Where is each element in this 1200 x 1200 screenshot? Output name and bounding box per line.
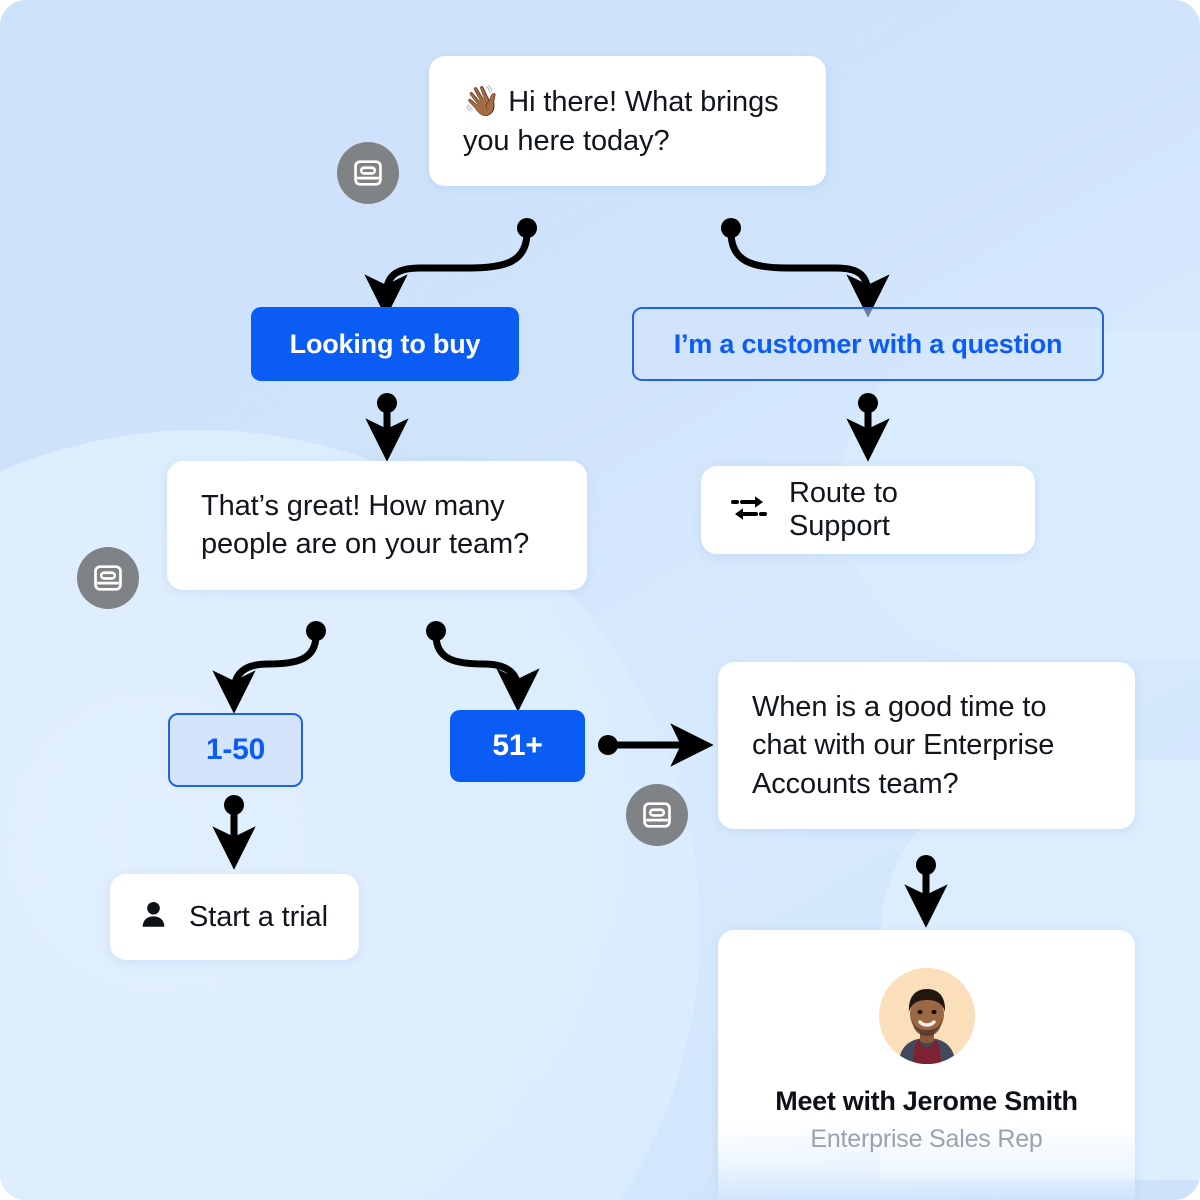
greeting-message-card: 👋🏾 Hi there! What brings you here today? — [429, 56, 826, 186]
connector-question-to-route — [846, 393, 890, 462]
option-looking-to-buy[interactable]: Looking to buy — [251, 307, 519, 381]
connector-greeting-to-buy — [364, 218, 537, 318]
enterprise-question-card: When is a good time to chat with our Ent… — [718, 662, 1135, 829]
connector-large-to-enterprise — [598, 723, 714, 767]
connector-enterprise-to-rep — [904, 855, 948, 928]
start-a-trial-card[interactable]: Start a trial — [110, 874, 359, 960]
option-customer-question[interactable]: I’m a customer with a question — [632, 307, 1104, 381]
route-to-support-card[interactable]: Route to Support — [701, 466, 1035, 554]
option-customer-question-label: I’m a customer with a question — [673, 328, 1063, 359]
team-size-question-card: That’s great! How many people are on you… — [167, 461, 587, 590]
person-icon — [140, 900, 167, 935]
bot-chat-icon — [94, 565, 122, 591]
bot-chat-icon — [643, 802, 671, 828]
meet-rep-card[interactable]: Meet with Jerome Smith Enterprise Sales … — [718, 930, 1135, 1200]
rep-role: Enterprise Sales Rep — [810, 1125, 1043, 1153]
route-transfer-icon — [731, 493, 767, 528]
waving-hand-icon: 👋🏾 — [463, 85, 501, 118]
chatbot-flow-diagram: 👋🏾 Hi there! What brings you here today?… — [0, 0, 1200, 1200]
bot-avatar-teamsize — [77, 547, 139, 609]
bot-avatar-enterprise — [626, 784, 688, 846]
start-a-trial-label: Start a trial — [189, 900, 328, 933]
connector-greeting-to-question — [721, 218, 890, 318]
option-team-1-50-label: 1-50 — [205, 733, 266, 766]
rep-name: Meet with Jerome Smith — [775, 1086, 1078, 1116]
route-to-support-label: Route to Support — [789, 477, 898, 542]
team-size-question-text: That’s great! How many people are on you… — [201, 490, 530, 561]
bot-chat-icon — [354, 160, 382, 186]
option-looking-to-buy-label: Looking to buy — [289, 328, 481, 359]
enterprise-question-text: When is a good time to chat with our Ent… — [752, 691, 1055, 800]
option-team-51-plus-label: 51+ — [492, 729, 543, 762]
avatar — [878, 968, 975, 1064]
option-team-51-plus[interactable]: 51+ — [450, 710, 585, 782]
bot-avatar-greeting — [337, 142, 399, 204]
connector-small-to-trial — [212, 795, 256, 870]
connector-buy-to-teamsize — [365, 393, 409, 462]
connector-teamsize-to-large — [426, 621, 540, 712]
person-photo-avatar — [878, 968, 975, 1064]
option-team-1-50[interactable]: 1-50 — [168, 713, 303, 787]
greeting-message-text: Hi there! What brings you here today? — [463, 86, 779, 157]
connector-teamsize-to-small — [212, 621, 326, 714]
